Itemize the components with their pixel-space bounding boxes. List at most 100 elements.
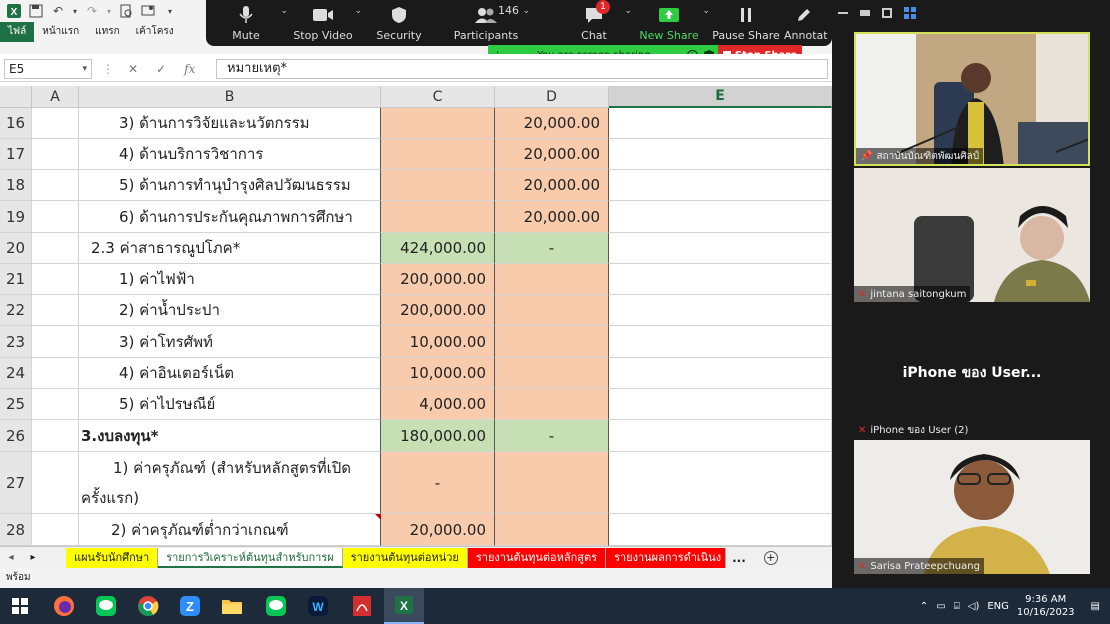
- cell-e[interactable]: [609, 514, 832, 546]
- volume-icon[interactable]: ◁): [968, 601, 980, 612]
- restore-icon[interactable]: [860, 10, 870, 16]
- redo-dropdown-icon[interactable]: ▾: [104, 1, 114, 21]
- cell-c[interactable]: 200,000.00: [381, 295, 495, 326]
- new-share-button[interactable]: New Share ⌄: [630, 0, 710, 46]
- security-button[interactable]: Security: [360, 0, 438, 46]
- cell-d[interactable]: [495, 389, 609, 420]
- cell-a[interactable]: [32, 358, 79, 389]
- cell-b[interactable]: 3) ด้านการวิจัยและนวัตกรรม: [79, 108, 381, 139]
- save-icon[interactable]: [26, 1, 46, 21]
- cell-b[interactable]: 2) ค่าน้ำประปา: [79, 295, 381, 326]
- battery-icon[interactable]: ▭: [936, 601, 945, 612]
- cell-d[interactable]: 20,000.00: [495, 201, 609, 233]
- cell-c[interactable]: -: [381, 452, 495, 514]
- taskbar-firefox[interactable]: [44, 588, 84, 624]
- cell-a[interactable]: [32, 264, 79, 295]
- taskbar-line[interactable]: [86, 588, 126, 624]
- stop-video-button[interactable]: Stop Video ⌄: [286, 0, 362, 46]
- pause-share-button[interactable]: Pause Share: [708, 0, 784, 46]
- cell-d[interactable]: -: [495, 420, 609, 452]
- gallery-view-icon[interactable]: [904, 7, 916, 19]
- column-header-a[interactable]: A: [32, 86, 79, 108]
- cell-b[interactable]: 4) ค่าอินเตอร์เน็ต: [79, 358, 381, 389]
- cell-e[interactable]: [609, 420, 832, 452]
- tab-insert[interactable]: แทรก: [87, 22, 127, 42]
- cell-e[interactable]: [609, 201, 832, 233]
- cell-d[interactable]: [495, 514, 609, 546]
- row-header[interactable]: 20: [0, 233, 32, 264]
- select-all-corner[interactable]: [0, 86, 32, 108]
- cell-c[interactable]: [381, 139, 495, 170]
- column-header-e[interactable]: E: [609, 86, 832, 108]
- cell-c[interactable]: 20,000.00: [381, 514, 495, 546]
- cell-e[interactable]: [609, 108, 832, 139]
- cell-d[interactable]: 20,000.00: [495, 108, 609, 139]
- customize-qat-icon[interactable]: ▾: [160, 1, 180, 21]
- cell-e[interactable]: [609, 452, 832, 514]
- cell-e[interactable]: [609, 326, 832, 358]
- taskbar-excel[interactable]: X: [384, 588, 424, 624]
- cell-c[interactable]: 200,000.00: [381, 264, 495, 295]
- cell-d[interactable]: [495, 295, 609, 326]
- taskbar-line-2[interactable]: [256, 588, 296, 624]
- cell-c[interactable]: 180,000.00: [381, 420, 495, 452]
- row-header[interactable]: 17: [0, 139, 32, 170]
- cell-e[interactable]: [609, 389, 832, 420]
- comment-indicator-icon[interactable]: [375, 514, 381, 520]
- cell-a[interactable]: [32, 389, 79, 420]
- cell-d[interactable]: 20,000.00: [495, 170, 609, 201]
- clock[interactable]: 9:36 AM 10/16/2023: [1017, 593, 1075, 619]
- cell-a[interactable]: [32, 452, 79, 514]
- name-box[interactable]: E5 ▾: [4, 59, 92, 79]
- speaker-view-icon[interactable]: [882, 8, 892, 18]
- cell-b[interactable]: 3.งบลงทุน*: [79, 420, 381, 452]
- mute-button[interactable]: Mute ⌄: [206, 0, 288, 46]
- cell-c[interactable]: 4,000.00: [381, 389, 495, 420]
- sheet-tab-cost-analysis[interactable]: รายการวิเคราะห์ต้นทุนสำหรับการผ: [158, 547, 343, 568]
- cell-a[interactable]: [32, 201, 79, 233]
- cell-b[interactable]: 2.3 ค่าสาธารณูปโภค*: [79, 233, 381, 264]
- row-header[interactable]: 27: [0, 452, 32, 514]
- cell-c[interactable]: 424,000.00: [381, 233, 495, 264]
- participant-tile-1[interactable]: 📌 สถาบันบัณฑิตพัฒนศิลป์: [854, 32, 1090, 166]
- minimize-icon[interactable]: [838, 12, 848, 14]
- undo-icon[interactable]: ↶: [48, 1, 68, 21]
- cell-c[interactable]: [381, 201, 495, 233]
- row-header[interactable]: 24: [0, 358, 32, 389]
- cell-b[interactable]: 2) ค่าครุภัณฑ์ต่ำกว่าเกณฑ์: [79, 514, 381, 546]
- participant-tile-2[interactable]: ✕ jintana saitongkum: [854, 168, 1090, 302]
- cell-e[interactable]: [609, 264, 832, 295]
- cell-b[interactable]: 1) ค่าครุภัณฑ์ (สำหรับหลักสูตรที่เปิด ครั…: [79, 452, 381, 514]
- cell-b[interactable]: 5) ด้านการทำนุบำรุงศิลปวัฒนธรรม: [79, 170, 381, 201]
- row-header[interactable]: 22: [0, 295, 32, 326]
- taskbar-webex[interactable]: W: [298, 588, 338, 624]
- cell-b[interactable]: 4) ด้านบริการวิชาการ: [79, 139, 381, 170]
- language-indicator[interactable]: ENG: [987, 601, 1009, 612]
- participant-tile-4[interactable]: ✕ Sarisa Prateepchuang: [854, 440, 1090, 574]
- cell-d[interactable]: [495, 264, 609, 295]
- cell-a[interactable]: [32, 514, 79, 546]
- cell-c[interactable]: [381, 108, 495, 139]
- taskbar-acrobat[interactable]: [342, 588, 382, 624]
- more-sheets-button[interactable]: ...: [726, 551, 752, 565]
- participants-button[interactable]: 146 Participants ⌄: [438, 0, 534, 46]
- column-header-c[interactable]: C: [381, 86, 495, 108]
- tab-layout[interactable]: เค้าโครง: [128, 22, 182, 42]
- row-header[interactable]: 18: [0, 170, 32, 201]
- next-sheet-icon[interactable]: ▸: [22, 552, 44, 563]
- taskbar-file-explorer[interactable]: [212, 588, 252, 624]
- cell-d[interactable]: [495, 326, 609, 358]
- network-icon[interactable]: ⌸: [954, 601, 960, 612]
- cell-a[interactable]: [32, 295, 79, 326]
- cell-c[interactable]: [381, 170, 495, 201]
- sheet-tab-operation-report[interactable]: รายงานผลการดำเนินง: [606, 547, 727, 568]
- cell-e[interactable]: [609, 139, 832, 170]
- row-header[interactable]: 26: [0, 420, 32, 452]
- tab-file[interactable]: ไฟล์: [0, 22, 35, 42]
- prev-sheet-icon[interactable]: ◂: [0, 552, 22, 563]
- sheet-tab-course-cost-report[interactable]: รายงานต้นทุนต่อหลักสูตร: [467, 547, 607, 568]
- cell-b[interactable]: 5) ค่าไปรษณีย์: [79, 389, 381, 420]
- cell-a[interactable]: [32, 420, 79, 452]
- row-header[interactable]: 28: [0, 514, 32, 546]
- redo-icon[interactable]: ↷: [82, 1, 102, 21]
